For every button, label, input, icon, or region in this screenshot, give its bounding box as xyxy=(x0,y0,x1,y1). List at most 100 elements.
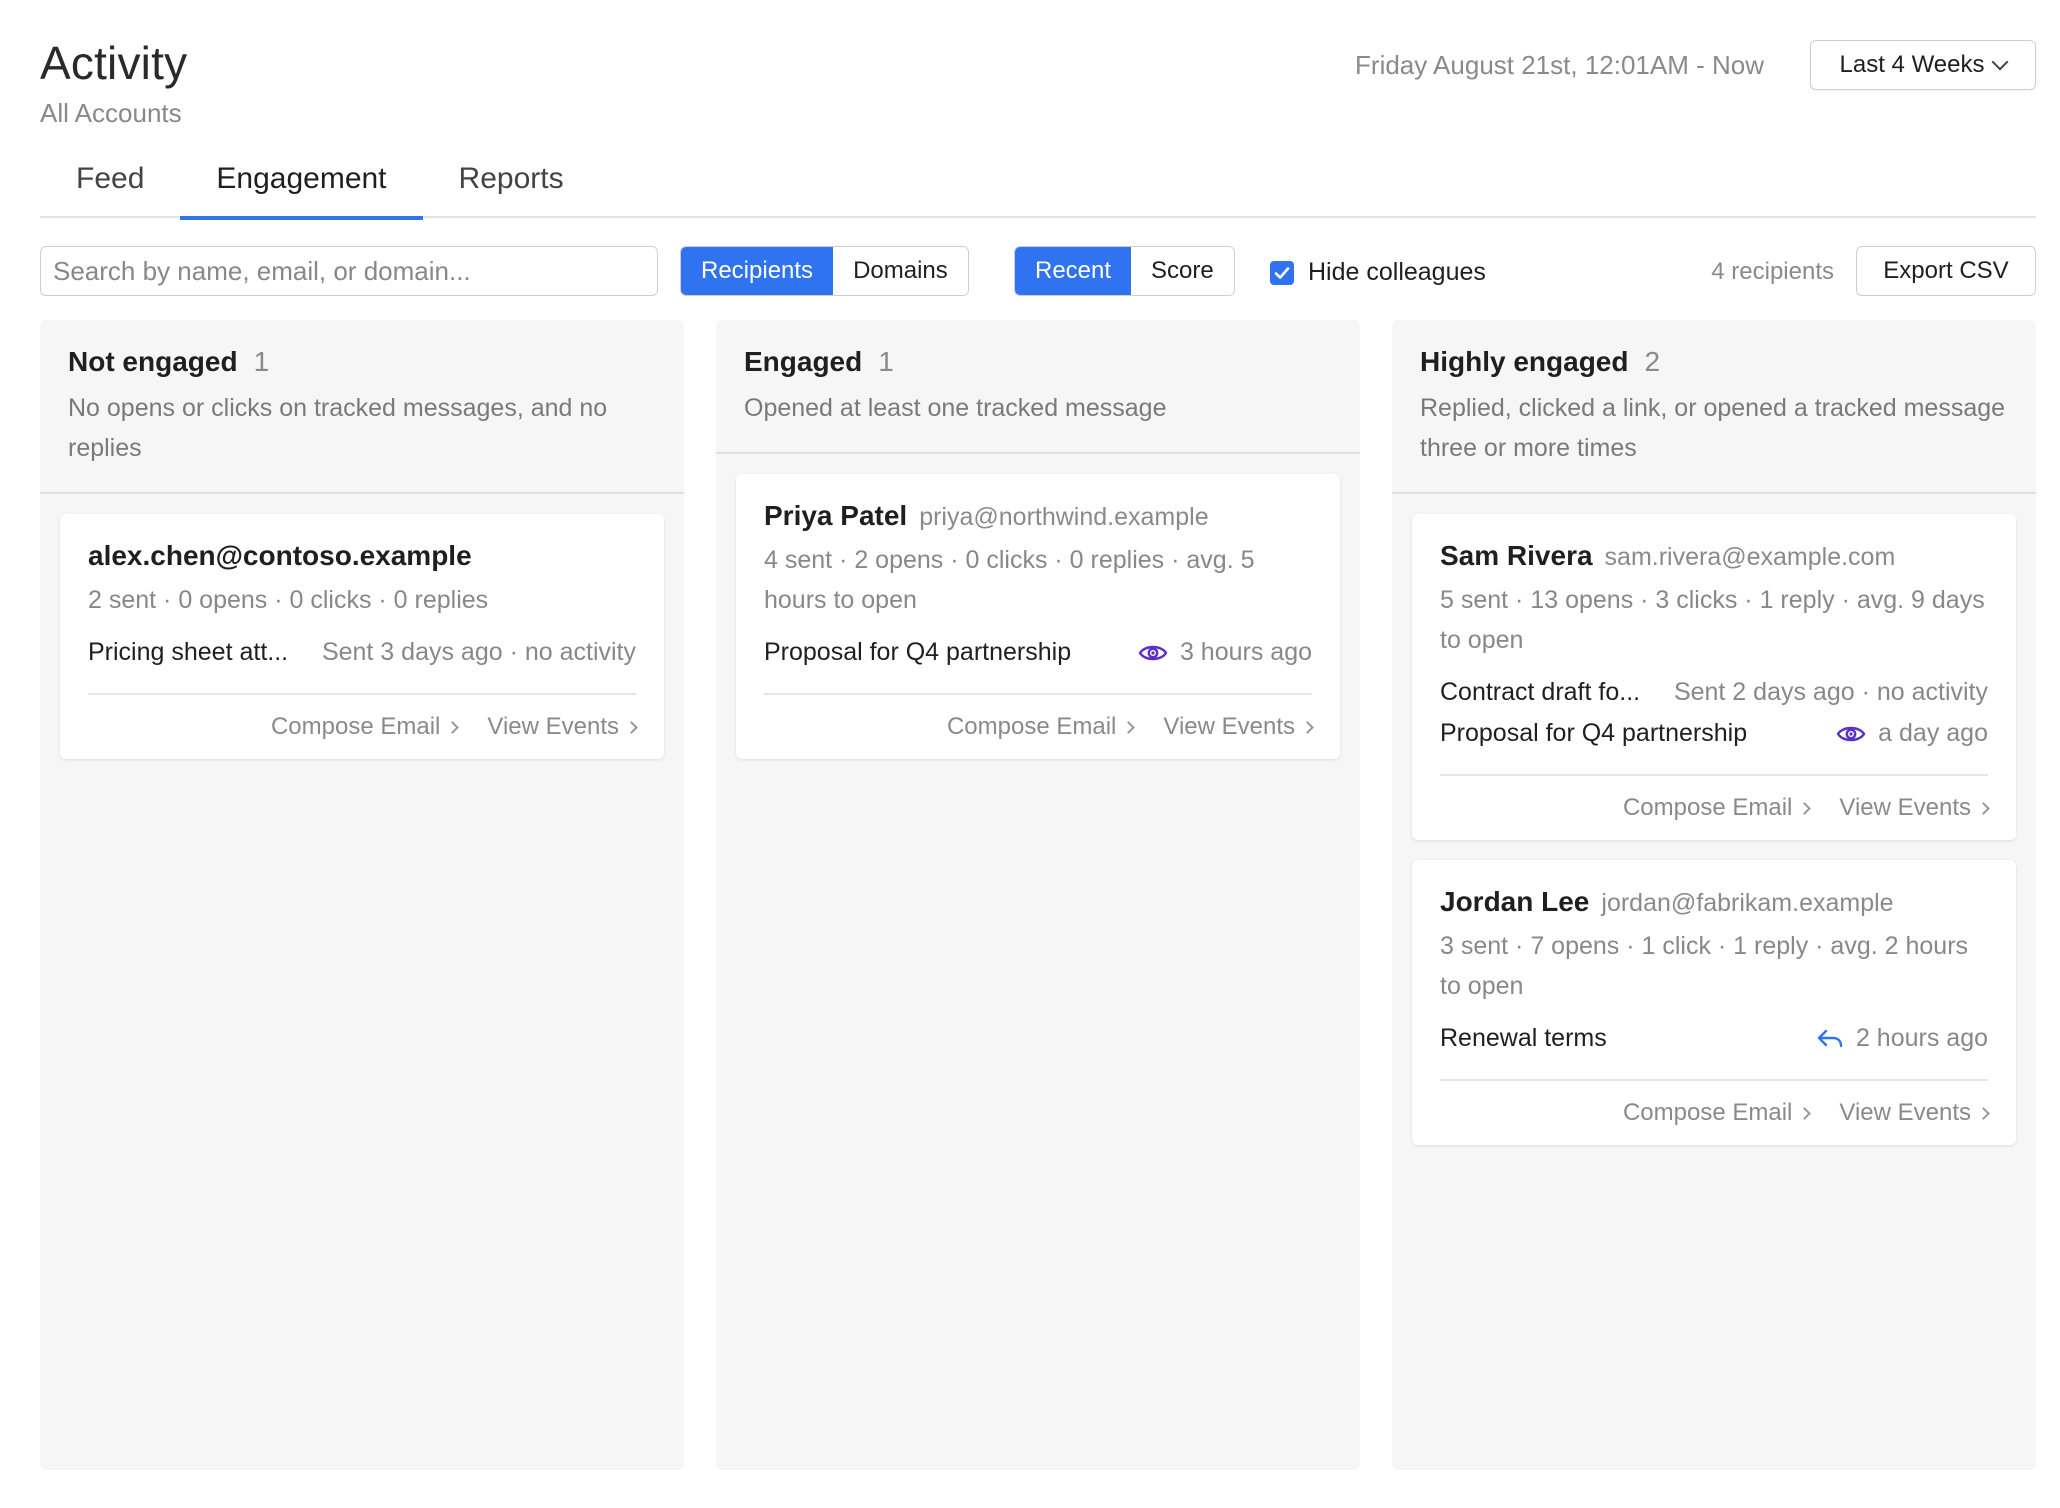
recipient-email: jordan@fabrikam.example xyxy=(1601,889,1894,917)
message-meta: a day ago xyxy=(1878,719,1988,747)
recipient-name: alex.chen@contoso.example xyxy=(88,540,472,571)
engagement-board: Not engaged 1 No opens or clicks on track… xyxy=(40,320,2036,1470)
checkmark-icon xyxy=(1274,266,1290,279)
eye-icon xyxy=(1836,726,1866,741)
reply-icon xyxy=(1817,1029,1843,1047)
view-events-label: View Events xyxy=(487,713,619,740)
search-input[interactable] xyxy=(40,246,658,296)
view-events-link[interactable]: View Events xyxy=(1163,713,1314,741)
hide-colleagues-label: Hide colleagues xyxy=(1308,258,1486,286)
column-count: 1 xyxy=(878,346,894,377)
chevron-right-icon xyxy=(625,720,638,734)
date-range: Friday August 21st, 12:01AM - Now xyxy=(1355,50,1764,80)
column-highly-engaged: Highly engaged 2 Replied, clicked a link,… xyxy=(1392,320,2036,1470)
tab-feed[interactable]: Feed xyxy=(40,152,180,218)
message-row[interactable]: Renewal terms 2 hours ago xyxy=(1440,1024,1988,1053)
recipient-stats: 3 sent · 7 opens · 1 click · 1 reply · a… xyxy=(1440,932,1969,1000)
compose-email-label: Compose Email xyxy=(946,713,1117,740)
view-events-link[interactable]: View Events xyxy=(487,713,638,741)
chevron-right-icon xyxy=(1977,801,1990,815)
message-subject: Proposal for Q4 partnership xyxy=(764,638,1072,666)
compose-email-link[interactable]: Compose Email xyxy=(1622,1099,1812,1127)
message-meta: 2 hours ago xyxy=(1855,1024,1988,1052)
column-header: Highly engaged 2 Replied, clicked a link,… xyxy=(1392,320,2036,494)
recipient-stats: 5 sent · 13 opens · 3 clicks · 1 reply ·… xyxy=(1440,586,1985,654)
score-sort-button[interactable]: Score xyxy=(1131,247,1234,295)
eye-icon xyxy=(1138,645,1168,660)
page-subtitle: All Accounts xyxy=(40,98,182,128)
export-csv-button[interactable]: Export CSV xyxy=(1856,246,2036,296)
column-description: Opened at least one tracked message xyxy=(744,394,1167,422)
recipient-name: Jordan Lee xyxy=(1440,886,1590,917)
page-header: Activity All Accounts Friday August 21st… xyxy=(40,36,2036,136)
recipient-email: priya@northwind.example xyxy=(919,503,1209,531)
chevron-right-icon xyxy=(1122,720,1136,734)
chevron-right-icon xyxy=(446,720,460,734)
tab-engagement[interactable]: Engagement xyxy=(180,152,423,220)
message-row[interactable]: Contract draft fo... Sent 2 days ago · n… xyxy=(1440,678,1988,707)
compose-email-label: Compose Email xyxy=(270,713,441,740)
recipient-card: alex.chen@contoso.example 2 sent · 0 ope… xyxy=(60,514,664,759)
hide-colleagues-toggle[interactable]: Hide colleagues xyxy=(1270,258,1486,287)
card-actions: Compose Email View Events xyxy=(1440,1079,1990,1127)
tab-bar: Feed Engagement Reports xyxy=(40,152,2036,220)
card-actions: Compose Email View Events xyxy=(764,693,1314,741)
view-events-label: View Events xyxy=(1163,713,1295,740)
recipient-name: Priya Patel xyxy=(764,500,908,531)
column-description: Replied, clicked a link, or opened a tra… xyxy=(1420,394,2006,462)
column-count: 2 xyxy=(1644,346,1661,377)
compose-email-label: Compose Email xyxy=(1622,794,1793,821)
recent-sort-button[interactable]: Recent xyxy=(1015,247,1132,295)
recipient-card: Sam Rivera sam.rivera@example.com 5 sent … xyxy=(1412,514,2016,840)
column-header: Engaged 1 Opened at least one tracked mes… xyxy=(716,320,1360,454)
compose-email-label: Compose Email xyxy=(1622,1099,1793,1126)
compose-email-link[interactable]: Compose Email xyxy=(1622,794,1812,822)
column-description: No opens or clicks on tracked messages, … xyxy=(68,394,608,462)
chevron-right-icon xyxy=(1301,720,1314,734)
message-row[interactable]: Pricing sheet att... Sent 3 days ago · n… xyxy=(88,638,636,667)
view-events-link[interactable]: View Events xyxy=(1839,794,1990,822)
recipient-card: Priya Patel priya@northwind.example 4 sen… xyxy=(736,474,1340,759)
view-events-label: View Events xyxy=(1839,794,1971,821)
hide-colleagues-checkbox[interactable] xyxy=(1270,260,1294,285)
message-subject: Renewal terms xyxy=(1440,1024,1607,1052)
message-row[interactable]: Proposal for Q4 partnership 3 hours ago xyxy=(764,638,1312,667)
chevron-right-icon xyxy=(1798,1106,1812,1120)
recipient-name: Sam Rivera xyxy=(1440,540,1593,571)
card-actions: Compose Email View Events xyxy=(1440,774,1990,822)
column-title: Highly engaged xyxy=(1420,346,1629,377)
compose-email-link[interactable]: Compose Email xyxy=(946,713,1136,741)
recipient-email: sam.rivera@example.com xyxy=(1604,543,1896,571)
column-engaged: Engaged 1 Opened at least one tracked mes… xyxy=(716,320,1360,1470)
compose-email-link[interactable]: Compose Email xyxy=(270,713,460,741)
message-meta: 3 hours ago xyxy=(1179,638,1312,666)
message-subject: Pricing sheet att... xyxy=(88,638,289,666)
message-meta: Sent 2 days ago · no activity xyxy=(1673,678,1988,706)
toolbar: Recipients Domains Recent Score Hide col… xyxy=(40,244,2036,298)
card-actions: Compose Email View Events xyxy=(88,693,638,741)
period-dropdown[interactable]: Last 4 Weeks xyxy=(1810,40,2036,90)
column-title: Engaged xyxy=(744,346,863,377)
recipient-stats: 4 sent · 2 opens · 0 clicks · 0 replies … xyxy=(764,546,1255,614)
message-subject: Contract draft fo... xyxy=(1440,678,1641,706)
chevron-down-icon xyxy=(1991,53,2009,71)
column-count: 1 xyxy=(253,346,270,377)
view-toggle: Recipients Domains xyxy=(680,246,969,296)
message-row[interactable]: Proposal for Q4 partnership a day ago xyxy=(1440,719,1988,748)
tab-reports[interactable]: Reports xyxy=(423,152,600,218)
view-events-label: View Events xyxy=(1839,1099,1971,1126)
message-meta: Sent 3 days ago · no activity xyxy=(321,638,636,666)
chevron-right-icon xyxy=(1977,1106,1990,1120)
column-not-engaged: Not engaged 1 No opens or clicks on track… xyxy=(40,320,684,1470)
chevron-right-icon xyxy=(1798,801,1812,815)
recipients-toggle-button[interactable]: Recipients xyxy=(681,247,834,295)
recipient-stats: 2 sent · 0 opens · 0 clicks · 0 replies xyxy=(88,586,489,614)
sort-toggle: Recent Score xyxy=(1014,246,1235,296)
message-subject: Proposal for Q4 partnership xyxy=(1440,719,1748,747)
recipient-count: 4 recipients xyxy=(1711,258,1834,285)
column-title: Not engaged xyxy=(68,346,238,377)
recipient-card: Jordan Lee jordan@fabrikam.example 3 sent… xyxy=(1412,860,2016,1145)
view-events-link[interactable]: View Events xyxy=(1839,1099,1990,1127)
column-header: Not engaged 1 No opens or clicks on track… xyxy=(40,320,684,494)
domains-toggle-button[interactable]: Domains xyxy=(833,247,968,295)
